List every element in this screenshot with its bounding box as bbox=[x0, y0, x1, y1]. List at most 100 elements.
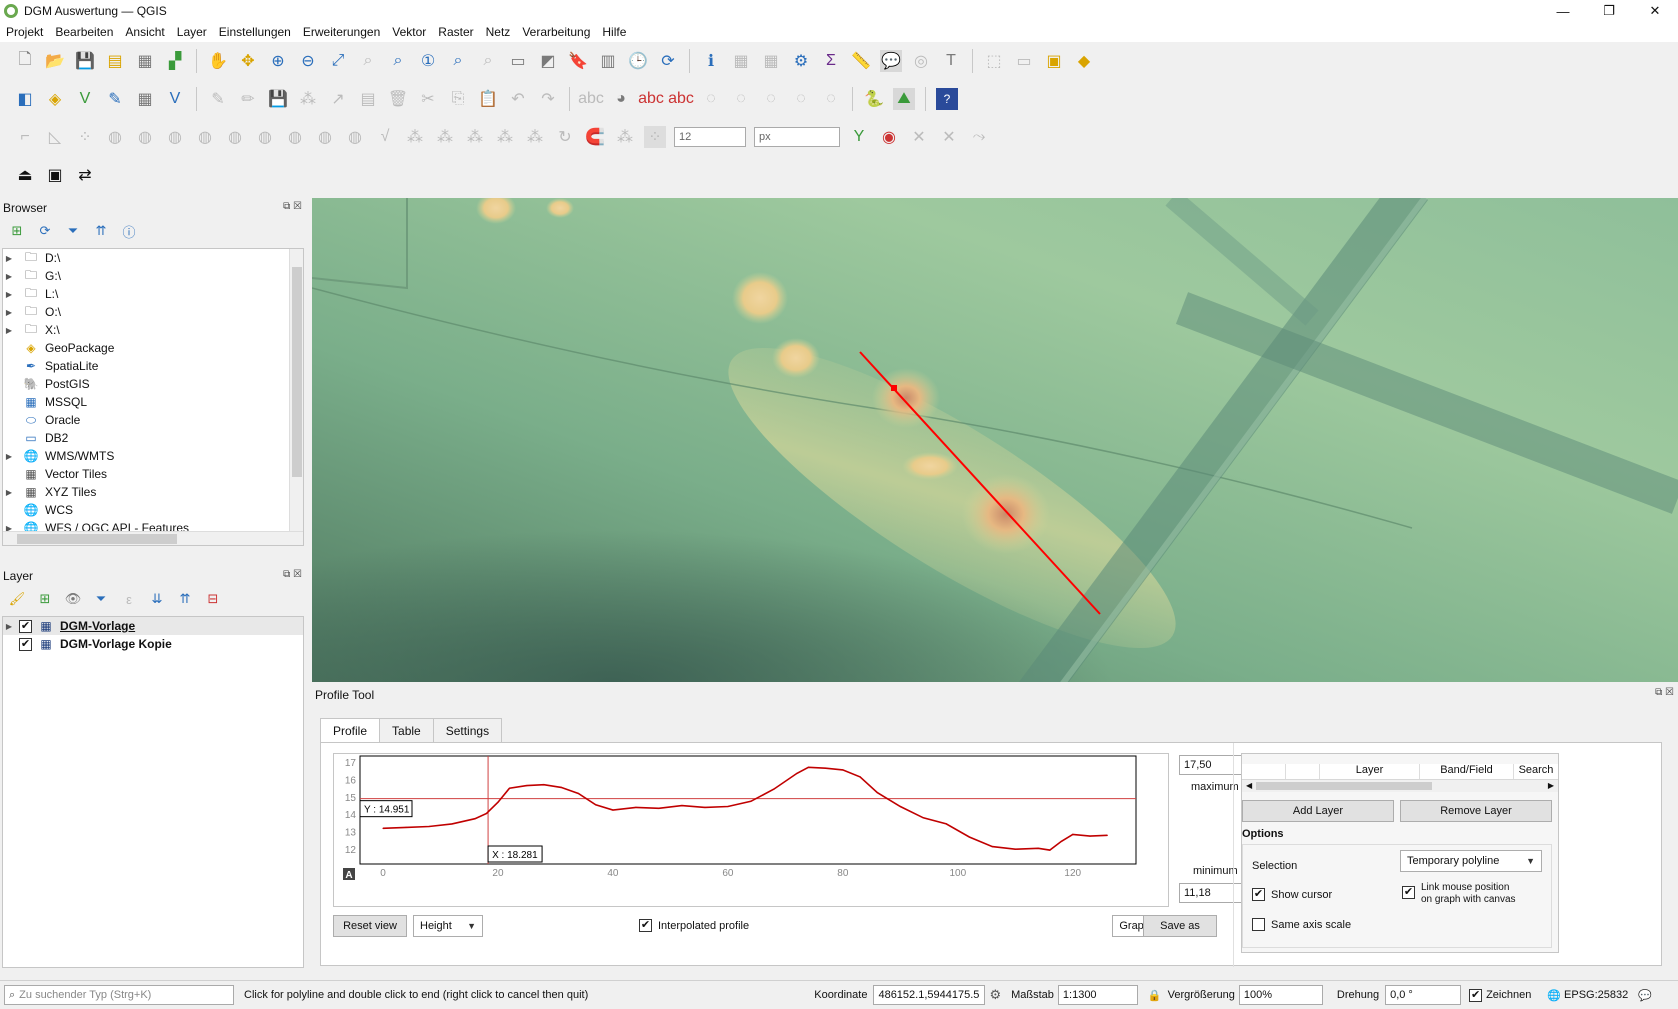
tab-profile[interactable]: Profile bbox=[320, 718, 381, 742]
snapping-unit-combo[interactable]: px bbox=[754, 127, 840, 147]
menu-einstellungen[interactable]: Einstellungen bbox=[219, 25, 291, 39]
select-by-value-icon[interactable]: ▭ bbox=[1013, 50, 1035, 72]
zoom-next-icon[interactable]: ⌕ bbox=[477, 50, 499, 72]
expand-arrow-icon[interactable]: ▶ bbox=[3, 488, 15, 497]
help-icon[interactable]: ? bbox=[936, 88, 958, 110]
menu-bearbeiten[interactable]: Bearbeiten bbox=[55, 25, 113, 39]
fill-ring-icon[interactable]: ◍ bbox=[104, 126, 126, 148]
reset-view-button[interactable]: Reset view bbox=[333, 915, 407, 937]
messages-icon[interactable]: 💬 bbox=[1638, 989, 1652, 1002]
coordinate-toggle-icon[interactable]: ⚙ bbox=[989, 987, 1001, 1003]
close-button[interactable]: ✕ bbox=[1632, 0, 1678, 22]
dgm-hillshade-map[interactable] bbox=[312, 198, 1678, 682]
save-as-button[interactable]: Save as bbox=[1143, 915, 1217, 937]
header-layer[interactable]: Layer bbox=[1320, 764, 1420, 779]
pan-to-selection-icon[interactable]: ✥ bbox=[237, 50, 259, 72]
attribute-table-icon[interactable]: ▦ bbox=[730, 50, 752, 72]
new-geopackage-icon[interactable]: ◈ bbox=[44, 88, 66, 110]
deselect-icon[interactable]: ▣ bbox=[1043, 50, 1065, 72]
plugin-scan-icon[interactable]: ▣ bbox=[44, 164, 66, 186]
expand-arrow-icon[interactable]: ▶ bbox=[3, 622, 15, 631]
statistics-icon[interactable]: Σ bbox=[820, 50, 842, 72]
header-col-1[interactable] bbox=[1286, 764, 1320, 779]
zoom-last-icon[interactable]: ⌕ bbox=[447, 50, 469, 72]
add-delimited-text-icon[interactable]: ▦ bbox=[134, 88, 156, 110]
same-axis-checkbox[interactable] bbox=[1252, 918, 1265, 931]
crs-globe-icon[interactable]: 🌐 bbox=[1547, 989, 1561, 1002]
browser-item[interactable]: ▶ 🗀 L:\ bbox=[3, 285, 303, 303]
new-map-view-icon[interactable]: ▭ bbox=[507, 50, 529, 72]
node-tool-icon[interactable]: ⁂ bbox=[404, 126, 426, 148]
header-search[interactable]: Search bbox=[1514, 764, 1558, 779]
pan-icon[interactable]: ✋ bbox=[207, 50, 229, 72]
merge-attributes-icon[interactable]: ◍ bbox=[314, 126, 336, 148]
scroll-right-icon[interactable]: ▶ bbox=[1548, 781, 1554, 790]
scale-icon[interactable]: ⁂ bbox=[494, 126, 516, 148]
manage-map-themes-icon[interactable]: 👁 bbox=[62, 588, 84, 610]
expand-arrow-icon[interactable]: ▶ bbox=[3, 290, 15, 299]
browser-horizontal-scrollbar[interactable] bbox=[3, 531, 303, 545]
menu-hilfe[interactable]: Hilfe bbox=[602, 25, 626, 39]
label-props-icon[interactable]: ◌ bbox=[790, 88, 812, 110]
add-selected-layers-icon[interactable]: ⊞ bbox=[6, 220, 28, 242]
menu-erweiterungen[interactable]: Erweiterungen bbox=[303, 25, 380, 39]
browser-item[interactable]: 🐘 PostGIS bbox=[3, 375, 303, 393]
new-bookmark-icon[interactable]: 🔖 bbox=[567, 50, 589, 72]
zoom-out-icon[interactable]: ⊖ bbox=[297, 50, 319, 72]
locator-icon[interactable]: ◎ bbox=[910, 50, 932, 72]
filter-by-expression-icon[interactable]: ε bbox=[118, 588, 140, 610]
selection-combo[interactable]: Temporary polyline ▼ bbox=[1400, 850, 1542, 872]
plugin-install-icon[interactable]: ⏏ bbox=[14, 164, 36, 186]
zoom-full-icon[interactable]: ⤢ bbox=[327, 50, 349, 72]
browser-item[interactable]: ▶ 🗀 G:\ bbox=[3, 267, 303, 285]
zoom-in-icon[interactable]: ⊕ bbox=[267, 50, 289, 72]
restore-button[interactable]: ❐ bbox=[1586, 0, 1632, 22]
show-cursor-checkbox[interactable]: ✔ bbox=[1252, 888, 1265, 901]
delete-ring-icon[interactable]: ◍ bbox=[134, 126, 156, 148]
layer-item-dgm-vorlage-kopie[interactable]: ✔ ▦ DGM-Vorlage Kopie bbox=[3, 635, 303, 653]
layer-table-scrollbar[interactable]: ◀ ▶ bbox=[1242, 780, 1558, 792]
lock-scale-icon[interactable]: 🔒 bbox=[1148, 989, 1162, 1002]
coordinate-field[interactable]: 486152.1,5944175.5 bbox=[873, 985, 986, 1005]
pin-labels-icon[interactable]: abc bbox=[638, 88, 664, 110]
diagram-props-icon[interactable]: ◌ bbox=[820, 88, 842, 110]
snapping-intersection-icon[interactable]: ◉ bbox=[878, 126, 900, 148]
merge-features-icon[interactable]: ◍ bbox=[284, 126, 306, 148]
remove-layer-icon[interactable]: ⊟ bbox=[202, 588, 224, 610]
add-layer-button[interactable]: Add Layer bbox=[1242, 800, 1394, 822]
expand-arrow-icon[interactable]: ▶ bbox=[3, 254, 15, 263]
current-edits-icon[interactable]: ✎ bbox=[207, 88, 229, 110]
collapse-all-icon[interactable]: ⇈ bbox=[90, 220, 112, 242]
expand-arrow-icon[interactable]: ▶ bbox=[3, 308, 15, 317]
layer-visibility-checkbox[interactable]: ✔ bbox=[19, 619, 32, 633]
python-console-icon[interactable]: 🐍 bbox=[863, 88, 885, 110]
redo-icon[interactable]: ↷ bbox=[537, 88, 559, 110]
browser-vertical-scrollbar[interactable] bbox=[289, 249, 303, 545]
magnifier-spinbox[interactable]: 100% bbox=[1238, 985, 1323, 1005]
undo-icon[interactable]: ↶ bbox=[507, 88, 529, 110]
header-col-0[interactable] bbox=[1242, 764, 1286, 779]
expand-all-icon[interactable]: ⇊ bbox=[146, 588, 168, 610]
expand-arrow-icon[interactable]: ▶ bbox=[3, 272, 15, 281]
topological-editing-icon[interactable]: Y bbox=[848, 126, 870, 148]
browser-item[interactable]: ⬭ Oracle bbox=[3, 411, 303, 429]
show-bookmarks-icon[interactable]: ▥ bbox=[597, 50, 619, 72]
add-virtual-layer-icon[interactable]: V bbox=[164, 88, 186, 110]
map-tips-icon[interactable]: 💬 bbox=[880, 50, 902, 72]
save-project-icon[interactable]: 💾 bbox=[74, 50, 96, 72]
expand-arrow-icon[interactable]: ▶ bbox=[3, 326, 15, 335]
add-raster-layer-icon[interactable]: ✎ bbox=[104, 88, 126, 110]
split-parts-icon[interactable]: ◍ bbox=[254, 126, 276, 148]
filter-legend-icon[interactable]: ⏷ bbox=[90, 588, 112, 610]
browser-item[interactable]: ▭ DB2 bbox=[3, 429, 303, 447]
browser-item[interactable]: 🌐 WCS bbox=[3, 501, 303, 519]
delete-selected-icon[interactable]: 🗑 bbox=[387, 88, 409, 110]
header-band-field[interactable]: Band/Field bbox=[1420, 764, 1514, 779]
measure-icon[interactable]: 📏 bbox=[850, 50, 872, 72]
layer-panel-float-close-buttons[interactable]: ⧉ ☒ bbox=[283, 569, 302, 580]
browser-item[interactable]: ▶ 🗀 O:\ bbox=[3, 303, 303, 321]
new-3d-view-icon[interactable]: ◩ bbox=[537, 50, 559, 72]
panel-float-close-buttons[interactable]: ⧉ ☒ bbox=[283, 201, 302, 212]
zoom-to-selection-icon[interactable]: ⌕ bbox=[357, 50, 379, 72]
layer-styling-icon[interactable]: 🖌 bbox=[6, 588, 28, 610]
